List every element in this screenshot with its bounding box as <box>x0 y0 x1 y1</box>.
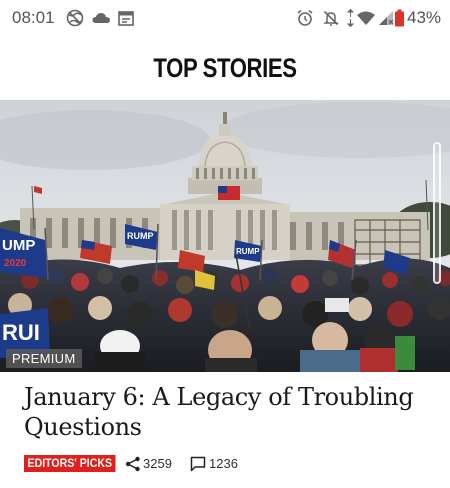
share-count: 3259 <box>143 456 172 471</box>
svg-text:UMP: UMP <box>2 237 35 254</box>
battery-icon <box>395 9 404 27</box>
globe-icon <box>66 9 84 27</box>
page-title: TOP STORIES <box>153 53 297 83</box>
share-icon[interactable] <box>125 456 141 472</box>
signal-icon <box>379 11 394 25</box>
comment-count: 1236 <box>209 456 238 471</box>
article-headline[interactable]: January 6: A Legacy of Troubling Questio… <box>24 382 424 442</box>
status-bar: 08:01 43% <box>0 0 450 36</box>
status-time: 08:01 <box>12 8 55 27</box>
svg-text:RUMP: RUMP <box>236 247 260 256</box>
comment-icon[interactable] <box>190 456 206 472</box>
alarm-icon <box>297 9 313 26</box>
wifi-icon <box>357 11 375 25</box>
premium-badge: PREMIUM <box>6 349 82 368</box>
calendar-icon <box>118 11 134 26</box>
cloud-icon <box>92 13 110 23</box>
image-gallery-scrollbar[interactable] <box>433 142 441 284</box>
data-arrows-icon <box>346 9 355 27</box>
svg-text:RUI: RUI <box>2 320 40 345</box>
article-hero-image[interactable]: UMP 2020 RUMP RUMP RUI PREMIUM <box>0 100 450 372</box>
svg-text:RUMP: RUMP <box>127 231 154 241</box>
app-header: TOP STORIES <box>0 36 450 100</box>
capitol-photo: UMP 2020 RUMP RUMP RUI <box>0 100 450 372</box>
battery-percent: 43% <box>407 8 442 27</box>
category-tag[interactable]: EDITORS' PICKS <box>24 455 116 472</box>
article-meta: EDITORS' PICKS 3259 1236 <box>24 455 444 473</box>
svg-text:2020: 2020 <box>4 258 27 269</box>
mute-icon <box>323 10 339 26</box>
